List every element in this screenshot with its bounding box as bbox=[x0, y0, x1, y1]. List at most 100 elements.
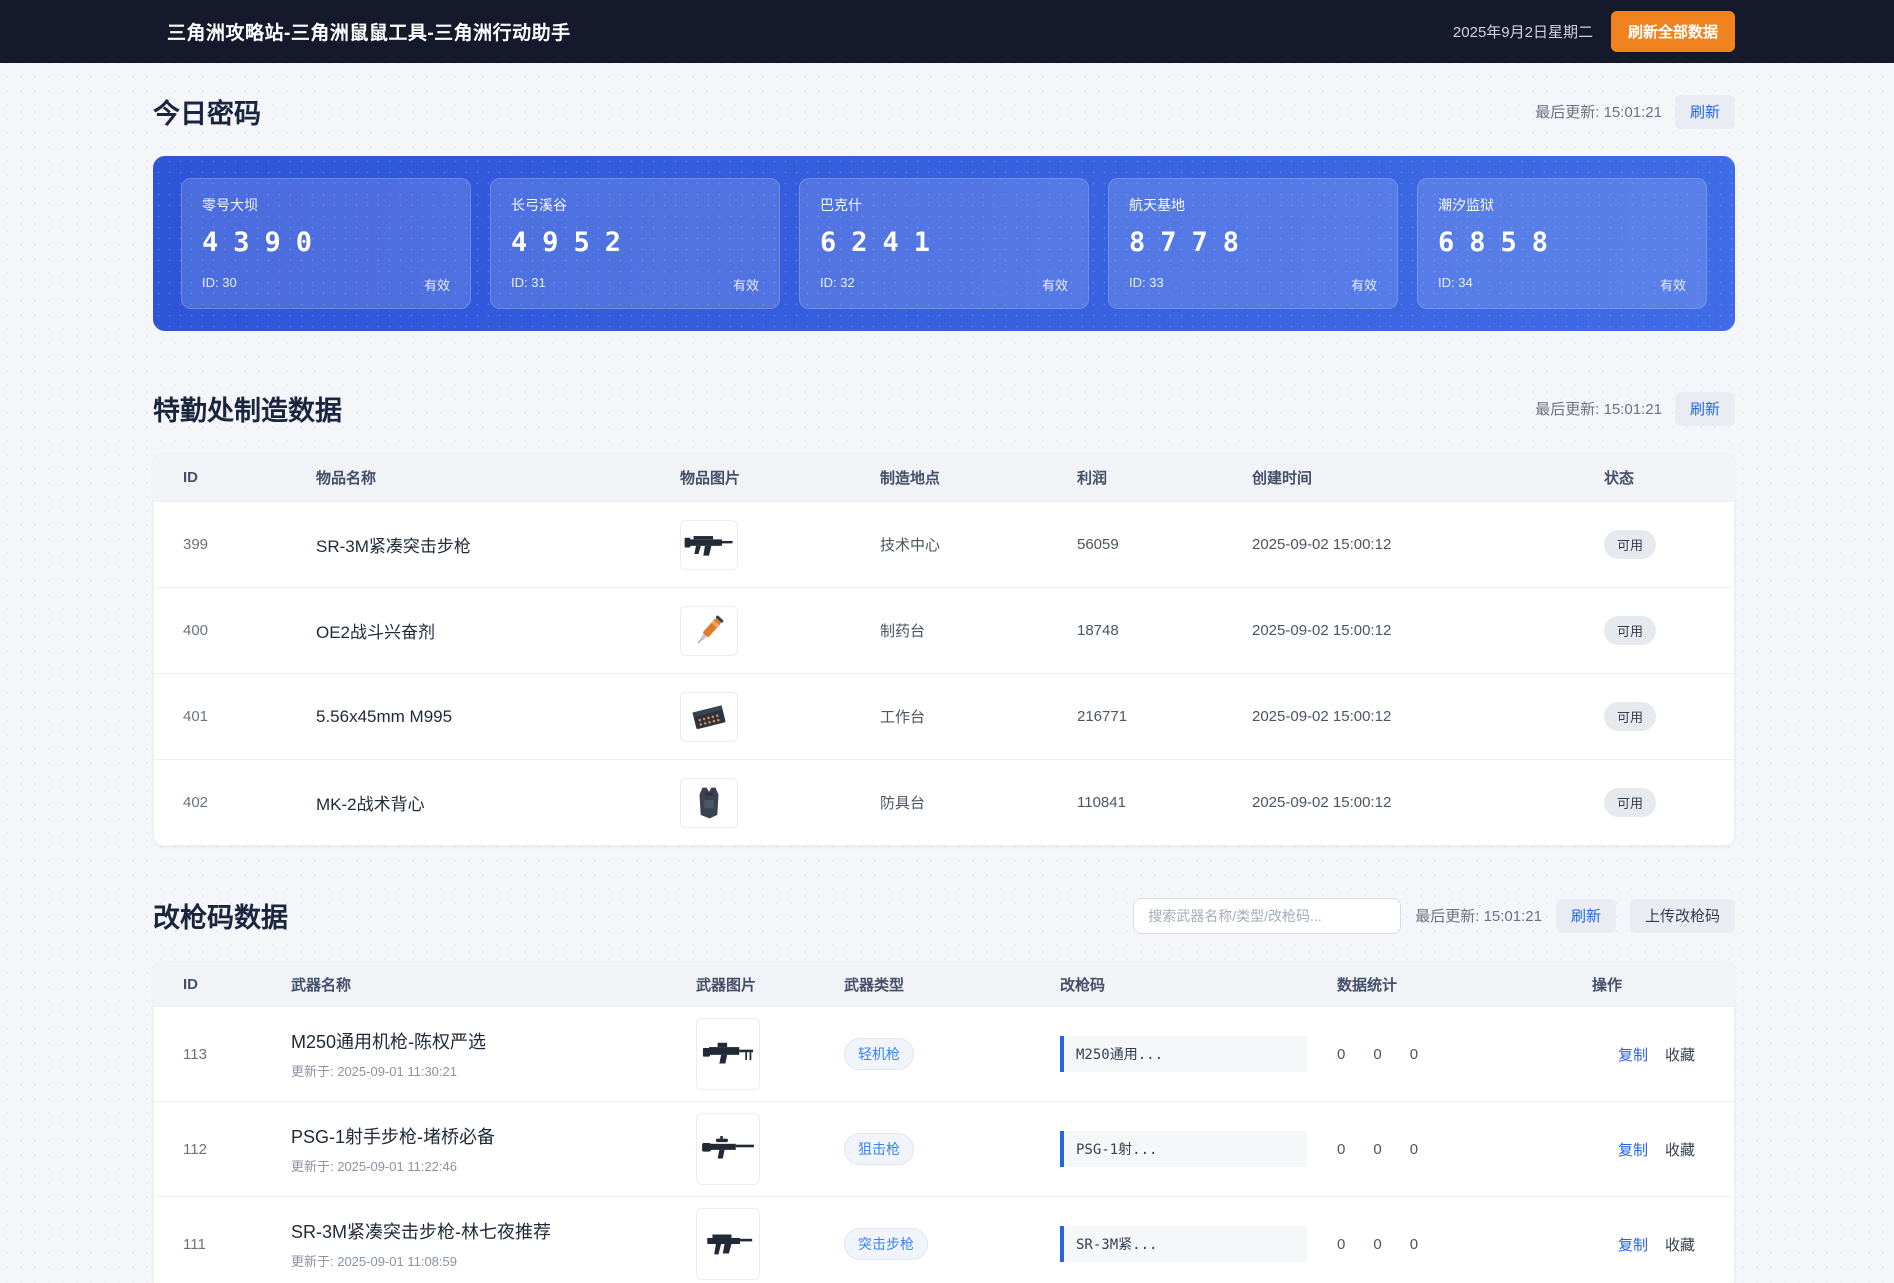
item-profit: 18748 bbox=[1077, 622, 1119, 639]
stat-value: 0 bbox=[1337, 1045, 1346, 1063]
map-name: 零号大坝 bbox=[202, 197, 258, 213]
current-date: 2025年9月2日星期二 bbox=[1452, 24, 1593, 41]
weapon-image bbox=[696, 1018, 760, 1090]
weapon-updated: 更新于: 2025-09-01 11:22:46 bbox=[291, 1159, 457, 1174]
favorite-button[interactable]: 收藏 bbox=[1665, 1139, 1695, 1160]
gun-codes-refresh-button[interactable]: 刷新 bbox=[1555, 898, 1616, 933]
item-created: 2025-09-02 15:00:12 bbox=[1252, 708, 1392, 725]
column-header: 改枪码 bbox=[1060, 976, 1106, 994]
weapon-type-badge: 狙击枪 bbox=[844, 1133, 914, 1165]
weapon-image bbox=[696, 1208, 760, 1280]
map-name: 巴克什 bbox=[820, 197, 862, 213]
status-badge: 有效 bbox=[1041, 278, 1068, 293]
item-name: MK-2战术背心 bbox=[316, 795, 425, 814]
column-header: 状态 bbox=[1604, 470, 1635, 487]
status-badge: 可用 bbox=[1604, 702, 1657, 731]
table-row: 112 PSG-1射手步枪-堵桥必备 更新于: 2025-09-01 11:22… bbox=[154, 1101, 1734, 1196]
column-header: 利润 bbox=[1077, 470, 1108, 487]
weapon-stats: 0 0 0 bbox=[1337, 1141, 1592, 1158]
lmg-icon bbox=[702, 1042, 754, 1064]
password-id: ID: 31 bbox=[511, 275, 546, 290]
weapon-name: M250通用机枪-陈权严选 bbox=[291, 1032, 487, 1052]
item-name: OE2战斗兴奋剂 bbox=[316, 623, 436, 642]
password-card: 零号大坝 4390 ID: 30 有效 bbox=[181, 178, 471, 309]
weapon-id: 113 bbox=[183, 1045, 207, 1063]
column-header: 操作 bbox=[1592, 976, 1623, 994]
password-code: 6241 bbox=[820, 227, 946, 258]
sniper-icon bbox=[702, 1136, 754, 1159]
weapon-name: SR-3M紧凑突击步枪-林七夜推荐 bbox=[291, 1222, 551, 1242]
stat-value: 0 bbox=[1373, 1235, 1382, 1253]
table-header-row: ID 物品名称 物品图片 制造地点 利润 创建时间 状态 bbox=[154, 454, 1734, 501]
syringe-icon bbox=[697, 615, 724, 643]
password-card: 潮汐监狱 6858 ID: 34 有效 bbox=[1417, 178, 1707, 309]
status-badge: 有效 bbox=[1350, 278, 1377, 293]
stat-value: 0 bbox=[1337, 1235, 1346, 1253]
password-id: ID: 34 bbox=[1438, 275, 1473, 290]
copy-button[interactable]: 复制 bbox=[1618, 1139, 1648, 1160]
upload-gun-code-button[interactable]: 上传改枪码 bbox=[1629, 898, 1735, 933]
passwords-section-title: 今日密码 bbox=[153, 99, 261, 129]
map-name: 长弓溪谷 bbox=[511, 197, 567, 213]
navbar: 三角洲攻略站-三角洲鼠鼠工具-三角洲行动助手 2025年9月2日星期二 刷新全部… bbox=[0, 0, 1894, 63]
password-banner: 零号大坝 4390 ID: 30 有效 长弓溪谷 4952 ID: 31 有效 … bbox=[153, 156, 1735, 331]
gun-codes-last-update: 最后更新: 15:01:21 bbox=[1415, 908, 1542, 925]
ammo-icon bbox=[692, 704, 726, 729]
copy-button[interactable]: 复制 bbox=[1618, 1044, 1648, 1065]
password-id: ID: 30 bbox=[202, 275, 237, 290]
table-row: 111 SR-3M紧凑突击步枪-林七夜推荐 更新于: 2025-09-01 11… bbox=[154, 1196, 1734, 1283]
weapon-name: PSG-1射手步枪-堵桥必备 bbox=[291, 1127, 496, 1147]
passwords-refresh-button[interactable]: 刷新 bbox=[1674, 94, 1735, 129]
weapon-updated: 更新于: 2025-09-01 11:30:21 bbox=[291, 1064, 457, 1079]
item-location: 防具台 bbox=[880, 795, 926, 812]
weapon-type-badge: 轻机枪 bbox=[844, 1038, 914, 1070]
column-header: 物品图片 bbox=[680, 470, 741, 487]
item-profit: 216771 bbox=[1077, 708, 1128, 725]
manufacturing-refresh-button[interactable]: 刷新 bbox=[1674, 391, 1735, 426]
gun-code-box: M250通用... bbox=[1060, 1036, 1307, 1072]
search-input[interactable] bbox=[1133, 897, 1402, 934]
item-location: 技术中心 bbox=[880, 537, 941, 554]
password-card: 长弓溪谷 4952 ID: 31 有效 bbox=[490, 178, 780, 309]
gun-codes-section-title: 改枪码数据 bbox=[153, 903, 288, 933]
passwords-last-update: 最后更新: 15:01:21 bbox=[1535, 104, 1662, 121]
manufacturing-section-title: 特勤处制造数据 bbox=[153, 396, 342, 426]
vest-icon bbox=[699, 787, 719, 818]
item-image bbox=[680, 691, 738, 742]
weapon-image bbox=[696, 1113, 760, 1185]
table-row: 401 5.56x45mm M995 工作台 216771 2025-09-02… bbox=[154, 673, 1734, 759]
status-badge: 可用 bbox=[1604, 788, 1657, 817]
weapon-stats: 0 0 0 bbox=[1337, 1046, 1592, 1063]
item-id: 402 bbox=[183, 794, 209, 811]
column-header: 数据统计 bbox=[1337, 976, 1398, 994]
column-header: 武器图片 bbox=[696, 976, 757, 994]
item-created: 2025-09-02 15:00:12 bbox=[1252, 794, 1392, 811]
stat-value: 0 bbox=[1409, 1235, 1419, 1253]
copy-button[interactable]: 复制 bbox=[1618, 1234, 1648, 1255]
manufacturing-table: ID 物品名称 物品图片 制造地点 利润 创建时间 状态 399 SR-3M紧凑… bbox=[153, 453, 1735, 846]
weapon-stats: 0 0 0 bbox=[1337, 1236, 1592, 1253]
table-row: 400 OE2战斗兴奋剂 制药台 18748 2025-09-02 15:00:… bbox=[154, 587, 1734, 673]
ar-icon bbox=[707, 1234, 753, 1255]
password-code: 4390 bbox=[202, 227, 328, 258]
weapon-updated: 更新于: 2025-09-01 11:08:59 bbox=[291, 1254, 457, 1269]
status-badge: 有效 bbox=[732, 278, 759, 293]
favorite-button[interactable]: 收藏 bbox=[1665, 1234, 1695, 1255]
item-id: 399 bbox=[183, 536, 209, 553]
item-name: 5.56x45mm M995 bbox=[316, 706, 453, 726]
stat-value: 0 bbox=[1337, 1140, 1346, 1158]
item-profit: 110841 bbox=[1077, 794, 1126, 811]
password-card: 巴克什 6241 ID: 32 有效 bbox=[799, 178, 1089, 309]
password-code: 4952 bbox=[511, 227, 637, 258]
item-created: 2025-09-02 15:00:12 bbox=[1252, 622, 1392, 639]
refresh-all-button[interactable]: 刷新全部数据 bbox=[1610, 11, 1735, 52]
table-row: 402 MK-2战术背心 防具台 110841 2025-09-02 15:00… bbox=[154, 759, 1734, 845]
gun-code-box: PSG-1射... bbox=[1060, 1131, 1307, 1167]
table-row: 113 M250通用机枪-陈权严选 更新于: 2025-09-01 11:30:… bbox=[154, 1006, 1734, 1101]
status-badge: 有效 bbox=[423, 278, 450, 293]
item-created: 2025-09-02 15:00:12 bbox=[1252, 536, 1392, 553]
item-location: 制药台 bbox=[880, 623, 926, 640]
favorite-button[interactable]: 收藏 bbox=[1665, 1044, 1695, 1065]
manufacturing-last-update: 最后更新: 15:01:21 bbox=[1535, 401, 1662, 418]
status-badge: 有效 bbox=[1659, 278, 1686, 293]
